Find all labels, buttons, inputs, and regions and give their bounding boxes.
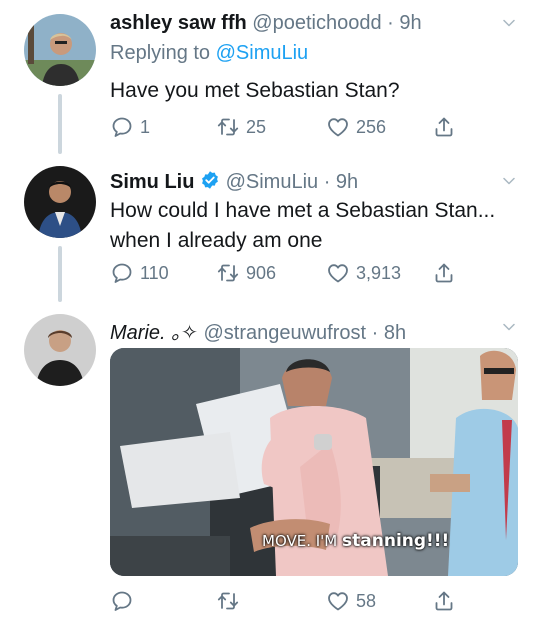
display-name[interactable]: ashley saw ffh bbox=[110, 12, 247, 34]
share-icon bbox=[432, 115, 456, 139]
share-button[interactable] bbox=[432, 588, 456, 614]
retweet-icon bbox=[216, 115, 240, 139]
avatar[interactable] bbox=[24, 166, 96, 238]
chevron-down-icon[interactable] bbox=[502, 174, 516, 188]
reply-button[interactable]: 110 bbox=[110, 260, 169, 286]
tweet-actions: 58 bbox=[110, 588, 510, 614]
reply-count: 1 bbox=[140, 116, 151, 137]
replying-to: Replying to @SimuLiu bbox=[110, 42, 308, 65]
like-count: 58 bbox=[356, 590, 377, 611]
thread-connector bbox=[58, 246, 62, 302]
retweet-button[interactable] bbox=[216, 588, 246, 614]
reply-icon bbox=[110, 115, 134, 139]
user-handle[interactable]: @strangeuwufrost bbox=[203, 322, 366, 344]
chevron-down-icon[interactable] bbox=[502, 16, 516, 30]
share-button[interactable] bbox=[432, 114, 456, 140]
display-name[interactable]: Simu Liu bbox=[110, 171, 194, 193]
reply-button[interactable] bbox=[110, 588, 140, 614]
tweet-header: Simu Liu @SimuLiu · 9h bbox=[110, 170, 358, 194]
retweet-button[interactable]: 906 bbox=[216, 260, 276, 286]
retweet-icon bbox=[216, 589, 240, 613]
media-gif[interactable]: MOVE. I'M stanning!!! bbox=[110, 348, 518, 576]
tweet-1[interactable]: ashley saw ffh @poetichoodd · 9h Replyin… bbox=[0, 0, 540, 154]
chevron-down-icon[interactable] bbox=[502, 320, 516, 334]
share-button[interactable] bbox=[432, 260, 456, 286]
tweet-header: Marie. ｡✧ @strangeuwufrost · 8h bbox=[110, 316, 406, 345]
like-button[interactable]: 3,913 bbox=[326, 260, 401, 286]
like-count: 3,913 bbox=[356, 262, 402, 283]
tweet-actions: 1 25 256 bbox=[110, 114, 510, 140]
timestamp[interactable]: · 9h bbox=[387, 12, 421, 34]
thread-connector bbox=[58, 94, 62, 154]
tweet-actions: 110 906 3,913 bbox=[110, 260, 510, 286]
tweet-text: How could I have met a Sebastian Stan...… bbox=[110, 196, 520, 256]
share-icon bbox=[432, 261, 456, 285]
tweet-text-line: when I already am one bbox=[110, 229, 323, 252]
heart-icon bbox=[326, 115, 350, 139]
media-caption-text: MOVE. I'M bbox=[262, 532, 343, 550]
reply-button[interactable]: 1 bbox=[110, 114, 150, 140]
share-icon bbox=[432, 589, 456, 613]
heart-icon bbox=[326, 261, 350, 285]
tweet-2[interactable]: Simu Liu @SimuLiu · 9h How could I have … bbox=[0, 150, 540, 310]
heart-icon bbox=[326, 589, 350, 613]
tweet-3[interactable]: Marie. ｡✧ @strangeuwufrost · 8h MOVE. I'… bbox=[0, 310, 540, 618]
timestamp[interactable]: · 8h bbox=[372, 322, 406, 344]
tweet-text-line: How could I have met a Sebastian Stan... bbox=[110, 199, 496, 222]
reply-count: 110 bbox=[140, 262, 169, 283]
retweet-button[interactable]: 25 bbox=[216, 114, 266, 140]
like-button[interactable]: 256 bbox=[326, 114, 386, 140]
user-handle[interactable]: @poetichoodd bbox=[252, 12, 381, 34]
avatar[interactable] bbox=[24, 314, 96, 386]
tweet-text: Have you met Sebastian Stan? bbox=[110, 79, 400, 102]
avatar[interactable] bbox=[24, 14, 96, 86]
verified-badge-icon bbox=[202, 171, 218, 189]
reply-icon bbox=[110, 261, 134, 285]
mention-link[interactable]: @SimuLiu bbox=[216, 42, 309, 64]
like-count: 256 bbox=[356, 116, 387, 137]
reply-icon bbox=[110, 589, 134, 613]
retweet-count: 906 bbox=[246, 262, 277, 283]
user-handle[interactable]: @SimuLiu bbox=[226, 171, 319, 193]
tweet-header: ashley saw ffh @poetichoodd · 9h bbox=[110, 12, 422, 35]
like-button[interactable]: 58 bbox=[326, 588, 376, 614]
display-name[interactable]: Marie. ｡✧ bbox=[110, 322, 198, 344]
media-caption-bold: stanning!!! bbox=[342, 531, 450, 551]
replying-to-label: Replying to bbox=[110, 42, 211, 64]
retweet-count: 25 bbox=[246, 116, 267, 137]
media-caption: MOVE. I'M stanning!!! bbox=[262, 531, 449, 551]
retweet-icon bbox=[216, 261, 240, 285]
timestamp[interactable]: · 9h bbox=[324, 171, 358, 193]
